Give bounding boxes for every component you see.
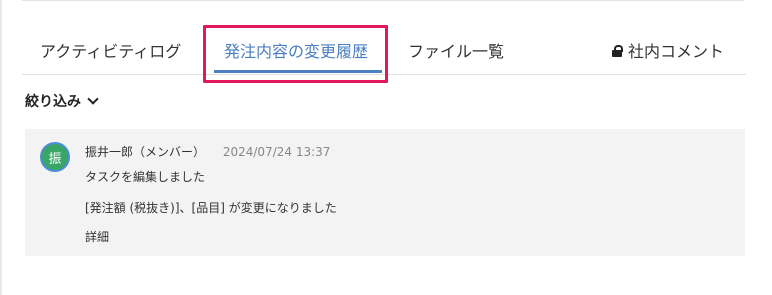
tab-bar: アクティビティログ 発注内容の変更履歴 ファイル一覧 社内コメント bbox=[22, 22, 746, 83]
tab-file-list[interactable]: ファイル一覧 bbox=[408, 38, 504, 62]
highlight-annotation bbox=[203, 25, 388, 83]
author-name: 振井一郎（メンバー） bbox=[85, 145, 206, 159]
avatar: 振 bbox=[40, 142, 70, 172]
action-text: タスクを編集しました bbox=[85, 170, 206, 184]
entry-meta: 振井一郎（メンバー） 2024/07/24 13:37 bbox=[85, 143, 330, 160]
timestamp: 2024/07/24 13:37 bbox=[222, 145, 331, 159]
top-divider bbox=[22, 0, 744, 1]
filter-toggle[interactable]: 絞り込み bbox=[25, 91, 99, 111]
tab-internal-comments-label: 社内コメント bbox=[628, 42, 725, 61]
history-entry: 振 振井一郎（メンバー） 2024/07/24 13:37 タスクを編集しました… bbox=[25, 129, 745, 256]
filter-label: 絞り込み bbox=[25, 94, 81, 110]
lock-icon bbox=[612, 45, 624, 57]
tab-activity-log[interactable]: アクティビティログ bbox=[40, 38, 181, 62]
details-link[interactable]: 詳細 bbox=[85, 228, 109, 245]
change-summary: [発注額 (税抜き)]、[品目] が変更になりました bbox=[85, 201, 337, 215]
left-border bbox=[0, 0, 2, 295]
tab-internal-comments[interactable]: 社内コメント bbox=[612, 38, 724, 62]
chevron-down-icon bbox=[87, 93, 99, 105]
